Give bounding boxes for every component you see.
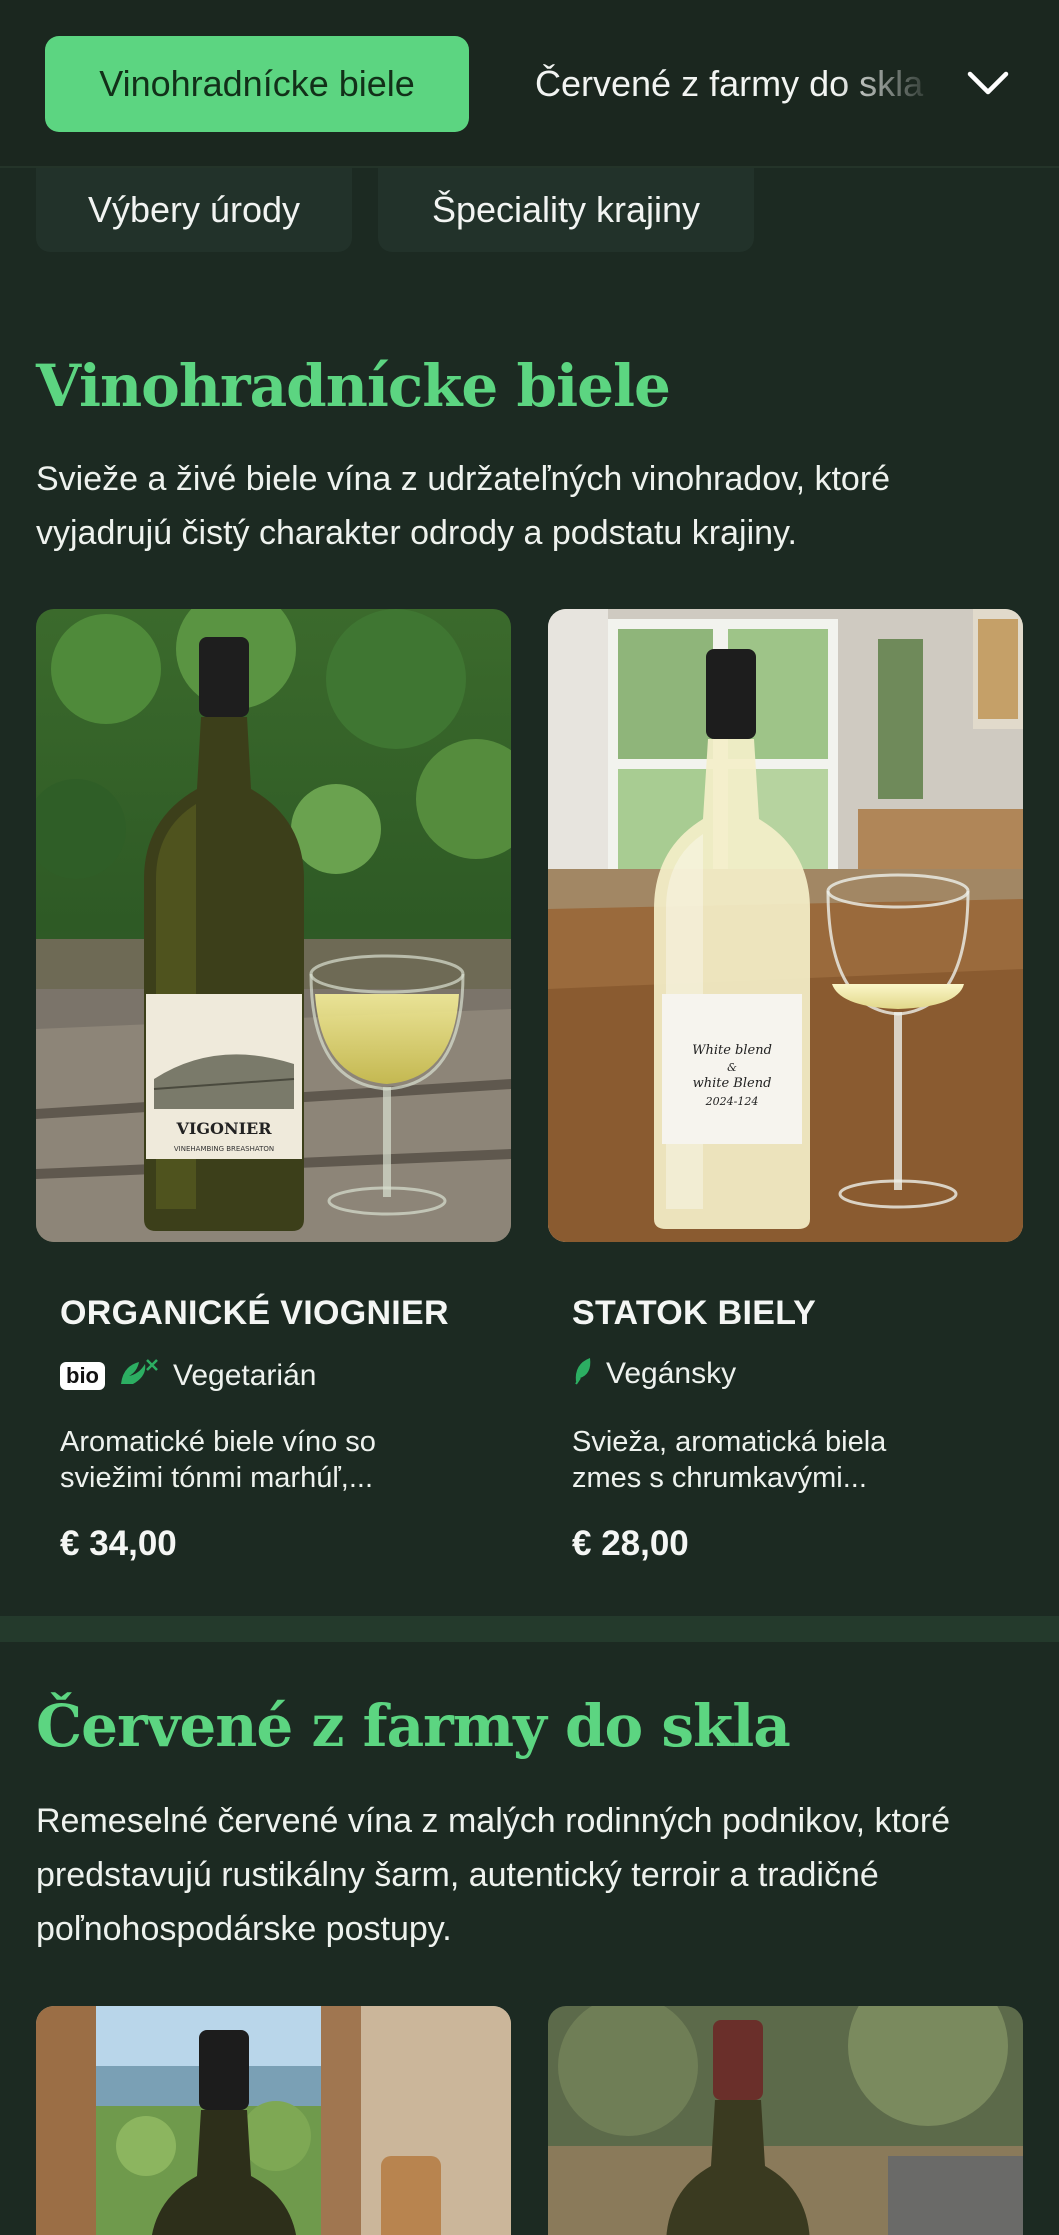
svg-text:&: & <box>727 1061 737 1074</box>
chevron-down-icon[interactable] <box>960 60 1016 108</box>
diet-tag: Vegánsky <box>606 1357 737 1390</box>
product-name[interactable]: ORGANICKÉ VIOGNIER <box>60 1294 449 1333</box>
product-image[interactable] <box>548 2006 1023 2235</box>
product-price: € 34,00 <box>60 1524 177 1563</box>
svg-text:White blend: White blend <box>692 1043 772 1058</box>
product-image[interactable] <box>36 2006 511 2235</box>
section-divider <box>0 1616 1059 1642</box>
svg-text:2024-124: 2024-124 <box>705 1095 759 1108</box>
section-title: Vinohradnícke biele <box>36 352 671 420</box>
label-text: VIGONIER <box>175 1119 272 1138</box>
product-price: € 28,00 <box>572 1524 689 1563</box>
section-description: Svieže a živé biele vína z udržateľných … <box>36 460 891 552</box>
product-tags: Vegánsky <box>572 1354 736 1394</box>
bio-badge: bio <box>60 1362 105 1390</box>
section-title: Červené z farmy do skla <box>36 1692 791 1760</box>
leaf-icon <box>572 1354 594 1394</box>
product-description: Aromatické biele víno so sviežimi tónmi … <box>60 1426 376 1494</box>
product-image[interactable]: VIGONIER VINEHAMBING BREASHATON <box>36 609 511 1242</box>
category-pill-vybery[interactable]: Výbery úrody <box>36 168 352 252</box>
label-sub: VINEHAMBING BREASHATON <box>174 1145 274 1153</box>
product-description: Svieža, aromatická biela zmes s chrumkav… <box>572 1426 887 1494</box>
category-pill-speciality[interactable]: Špeciality krajiny <box>378 168 754 252</box>
scroll-fade <box>835 40 955 130</box>
category-nav: Vinohradnícke biele Červené z farmy do s… <box>0 0 1059 168</box>
section-description: Remeselné červené vína z malých rodinnýc… <box>36 1802 951 1948</box>
svg-text:white Blend: white Blend <box>693 1076 772 1091</box>
diet-tag: Vegetarián <box>173 1359 317 1392</box>
product-tags: bio Vegetarián <box>60 1354 316 1398</box>
vegetarian-icon <box>117 1354 161 1398</box>
product-image[interactable]: White blend & white Blend 2024-124 <box>548 609 1023 1242</box>
product-name[interactable]: STATOK BIELY <box>572 1294 816 1333</box>
category-pill-active[interactable]: Vinohradnícke biele <box>45 36 469 132</box>
